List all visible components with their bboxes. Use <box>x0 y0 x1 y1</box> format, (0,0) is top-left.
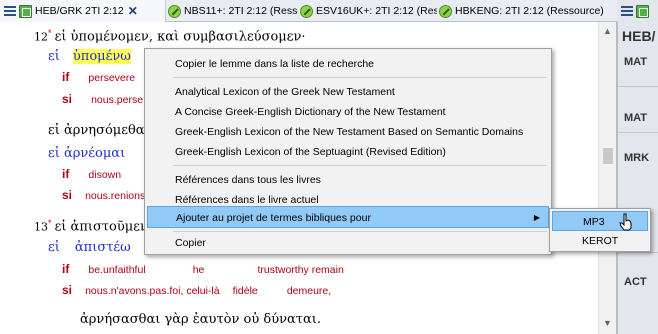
lemma-row: εἰ ἀπιστέω <box>48 240 131 255</box>
lemma-row: εἰ ἀρνέομαι <box>48 146 125 161</box>
book-label[interactable]: MAT <box>624 56 647 68</box>
menu-item-analytical-lexicon[interactable]: Analytical Lexicon of the Greek New Test… <box>145 81 551 103</box>
submenu-item-mp3[interactable]: MP3 <box>552 211 648 231</box>
gloss-row-fr: si nous.perse <box>62 92 143 106</box>
menu-item-septuagint-lexicon[interactable]: Greek-English Lexicon of the Septuagint … <box>145 141 551 163</box>
gloss-word[interactable]: if <box>62 262 69 276</box>
sync-icon <box>168 4 181 18</box>
gloss-word[interactable]: be.unfaithful <box>88 264 145 276</box>
tab-label: NBS11+: 2TI 2:12 (Ressource) <box>184 5 298 17</box>
scroll-down-icon[interactable]: ▼ <box>603 318 612 328</box>
lemma-word[interactable]: εἰ <box>48 49 60 64</box>
menu-item-label: Ajouter au projet de termes bibliques po… <box>176 212 371 224</box>
gloss-word[interactable]: if <box>62 167 69 181</box>
submenu-item-kerot[interactable]: KEROT <box>550 231 650 251</box>
gloss-word[interactable]: si <box>62 283 72 297</box>
gloss-word[interactable]: he <box>193 264 205 276</box>
row-divider <box>618 252 658 253</box>
book-icon <box>19 4 32 18</box>
gloss-row-en: if persevere <box>62 70 135 84</box>
greek-text[interactable]: εἰ ἀπιστοῦμεν <box>55 220 148 235</box>
menu-item-copy-lemma[interactable]: Copier le lemme dans la liste de recherc… <box>145 53 551 75</box>
row-divider <box>618 86 658 87</box>
scroll-thumb[interactable] <box>603 148 613 164</box>
hand-cursor-icon <box>619 213 632 231</box>
menu-separator <box>173 165 547 166</box>
gloss-word[interactable]: trustworthy remain <box>257 264 343 276</box>
lemma-word-highlighted[interactable]: ὑπομένω <box>72 49 131 64</box>
menu-separator <box>173 77 547 78</box>
scroll-up-icon[interactable]: ▲ <box>603 26 612 36</box>
context-menu: Copier le lemme dans la liste de recherc… <box>144 48 552 255</box>
lemma-row: εἰ ὑπομένω <box>48 49 131 64</box>
verse-13-line: 13* εἰ ἀπιστοῦμεν <box>34 218 148 235</box>
greek-row: ἀρνήσασθαι γὰρ ἑαυτὸν οὐ δύναται. <box>80 312 321 327</box>
gloss-word[interactable]: demeure, <box>287 285 331 297</box>
greek-text[interactable]: εἰ ἀρνησόμεθα <box>48 123 145 138</box>
menu-item-add-biblical-terms[interactable]: Ajouter au projet de termes bibliques po… <box>147 206 549 228</box>
vertical-scrollbar[interactable]: ▲ ▼ <box>598 22 616 334</box>
gloss-word[interactable]: nous.n'avons.pas.foi, celui-là <box>85 285 220 297</box>
gloss-row-fr: si nous.n'avons.pas.foi, celui-là fidèle… <box>62 283 331 297</box>
submenu: MP3 KEROT <box>549 208 651 252</box>
tab-esv16uk[interactable]: ESV16UK+: 2TI 2:12 (Ressource) <box>300 0 437 22</box>
book-icon <box>636 4 649 18</box>
tab-label: HBKENG: 2TI 2:12 (Ressource) <box>455 5 604 17</box>
book-label[interactable]: MAT <box>624 112 647 124</box>
gloss-row-en: if be.unfaithful he trustworthy remain <box>62 262 344 276</box>
tab-bar: HEB/GRK 2TI 2:12 ✕ NBS11+: 2TI 2:12 (Res… <box>0 0 658 22</box>
gloss-word[interactable]: si <box>62 92 72 106</box>
right-pane: HEB/ MAT MAT MRK ACT <box>616 22 658 334</box>
greek-row: εἰ ἀρνησόμεθα <box>48 123 145 138</box>
greek-text[interactable]: εἰ ὑπομένομεν, καὶ συμβασιλεύσομεν· <box>55 30 306 45</box>
gloss-word[interactable]: fidèle <box>233 285 258 297</box>
verse-12-line: 12* εἰ ὑπομένομεν, καὶ συμβασιλεύσομεν· <box>34 28 306 45</box>
book-label[interactable]: MRK <box>624 152 649 164</box>
tab-label: ESV16UK+: 2TI 2:12 (Ressource) <box>316 5 437 17</box>
book-label[interactable]: ACT <box>624 276 647 288</box>
note-marker[interactable]: * <box>48 28 52 38</box>
verse-number: 12 <box>34 30 48 44</box>
gloss-row-en: if disown <box>62 167 121 181</box>
lemma-word[interactable]: εἰ <box>48 240 60 255</box>
verse-number: 13 <box>34 220 48 234</box>
sync-icon <box>439 4 452 18</box>
tab-label: HEB/GRK 2TI 2:12 <box>35 5 124 17</box>
submenu-arrow-icon: ▶ <box>533 213 540 222</box>
greek-text[interactable]: ἀρνήσασθαι γὰρ ἑαυτὸν οὐ δύναται. <box>80 312 321 327</box>
tab-hbkeng[interactable]: HBKENG: 2TI 2:12 (Ressource) <box>439 0 616 22</box>
note-marker[interactable]: * <box>48 218 52 228</box>
gloss-word[interactable]: nous.renions <box>85 190 145 202</box>
gloss-word[interactable]: nous.perse <box>91 94 143 106</box>
sync-icon <box>300 4 313 18</box>
tab-nbs11[interactable]: NBS11+: 2TI 2:12 (Ressource) <box>168 0 298 22</box>
menu-item-semantic-domains-lexicon[interactable]: Greek-English Lexicon of the New Testame… <box>145 121 551 143</box>
menu-icon[interactable] <box>4 6 16 16</box>
gloss-word[interactable]: if <box>62 70 69 84</box>
gloss-row-fr: si nous.renions <box>62 188 145 202</box>
right-pane-header: HEB/ <box>622 28 656 44</box>
row-divider <box>618 132 658 133</box>
gloss-word[interactable]: disown <box>88 169 121 181</box>
tab-right-pane[interactable] <box>617 0 658 22</box>
lemma-word[interactable]: εἰ ἀρνέομαι <box>48 146 125 161</box>
menu-item-copy[interactable]: Copier <box>145 232 551 254</box>
gloss-word[interactable]: si <box>62 188 72 202</box>
close-icon[interactable]: ✕ <box>128 4 138 18</box>
menu-item-concise-dictionary[interactable]: A Concise Greek-English Dictionary of th… <box>145 101 551 123</box>
lemma-word[interactable]: ἀπιστέω <box>75 240 131 255</box>
gloss-word[interactable]: persevere <box>88 72 135 84</box>
tab-heb-grk[interactable]: HEB/GRK 2TI 2:12 ✕ <box>0 0 166 22</box>
menu-item-refs-all-books[interactable]: Références dans tous les livres <box>145 169 551 191</box>
menu-icon[interactable] <box>621 6 633 16</box>
